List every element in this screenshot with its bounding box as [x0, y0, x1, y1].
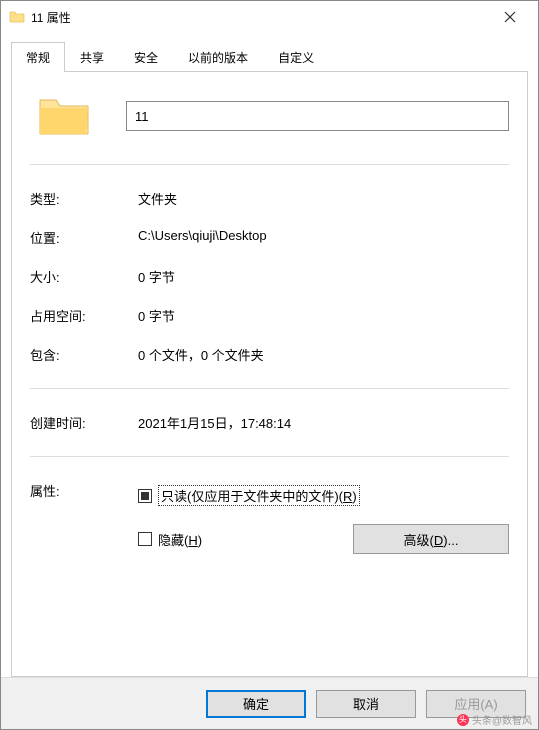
row-location: 位置: C:\Users\qiuji\Desktop — [30, 218, 509, 257]
tab-previous-versions[interactable]: 以前的版本 — [173, 42, 263, 72]
separator — [30, 164, 509, 165]
type-label: 类型: — [30, 189, 138, 208]
button-bar: 确定 取消 应用(A) 头 头条@数智风 — [1, 677, 538, 729]
created-value: 2021年1月15日，17:48:14 — [138, 413, 509, 432]
folder-icon — [9, 9, 25, 25]
row-contains: 包含: 0 个文件，0 个文件夹 — [30, 335, 509, 374]
size-value: 0 字节 — [138, 267, 509, 286]
hidden-advanced-row: 隐藏(H) 高级(D)... — [138, 524, 509, 554]
attributes-value: 只读(仅应用于文件夹中的文件)(R) 隐藏(H) 高级(D)... — [138, 481, 509, 554]
separator — [30, 388, 509, 389]
type-value: 文件夹 — [138, 189, 509, 208]
readonly-row: 只读(仅应用于文件夹中的文件)(R) — [138, 481, 509, 510]
tab-share[interactable]: 共享 — [65, 42, 119, 72]
watermark-icon: 头 — [457, 714, 469, 726]
hidden-label-text: 隐藏(H) — [158, 530, 202, 549]
contains-label: 包含: — [30, 345, 138, 364]
tab-custom[interactable]: 自定义 — [263, 42, 329, 72]
ok-button[interactable]: 确定 — [206, 690, 306, 718]
close-button[interactable] — [490, 1, 530, 33]
general-panel: 类型: 文件夹 位置: C:\Users\qiuji\Desktop 大小: 0… — [11, 72, 528, 677]
tab-general[interactable]: 常规 — [11, 42, 65, 72]
separator — [30, 456, 509, 457]
window-title: 11 属性 — [31, 9, 490, 26]
checkbox-indeterminate-icon — [138, 489, 152, 503]
sizeondisk-label: 占用空间: — [30, 306, 138, 325]
created-label: 创建时间: — [30, 413, 138, 432]
sizeondisk-value: 0 字节 — [138, 306, 509, 325]
size-label: 大小: — [30, 267, 138, 286]
row-type: 类型: 文件夹 — [30, 179, 509, 218]
properties-dialog: 11 属性 常规 共享 安全 以前的版本 自定义 — [0, 0, 539, 730]
location-label: 位置: — [30, 228, 138, 247]
watermark-text: 头条@数智风 — [472, 712, 532, 727]
row-created: 创建时间: 2021年1月15日，17:48:14 — [30, 403, 509, 442]
watermark: 头 头条@数智风 — [457, 712, 532, 727]
row-size: 大小: 0 字节 — [30, 257, 509, 296]
advanced-button[interactable]: 高级(D)... — [353, 524, 509, 554]
hidden-checkbox[interactable]: 隐藏(H) — [138, 530, 202, 549]
tab-security[interactable]: 安全 — [119, 42, 173, 72]
tab-bar: 常规 共享 安全 以前的版本 自定义 — [11, 41, 528, 72]
row-attributes: 属性: 只读(仅应用于文件夹中的文件)(R) 隐藏(H) 高级(D).. — [30, 471, 509, 564]
readonly-label-text: 只读(仅应用于文件夹中的文件)(R) — [158, 485, 360, 506]
folder-large-icon — [36, 92, 92, 140]
header-row — [30, 92, 509, 140]
attributes-label: 属性: — [30, 481, 138, 554]
location-value: C:\Users\qiuji\Desktop — [138, 228, 509, 247]
content-area: 常规 共享 安全 以前的版本 自定义 类型: 文件夹 — [1, 33, 538, 677]
close-icon — [504, 11, 516, 23]
checkbox-empty-icon — [138, 532, 152, 546]
folder-name-input[interactable] — [126, 101, 509, 131]
titlebar: 11 属性 — [1, 1, 538, 33]
cancel-button[interactable]: 取消 — [316, 690, 416, 718]
row-size-on-disk: 占用空间: 0 字节 — [30, 296, 509, 335]
readonly-checkbox[interactable]: 只读(仅应用于文件夹中的文件)(R) — [138, 485, 360, 506]
contains-value: 0 个文件，0 个文件夹 — [138, 345, 509, 364]
